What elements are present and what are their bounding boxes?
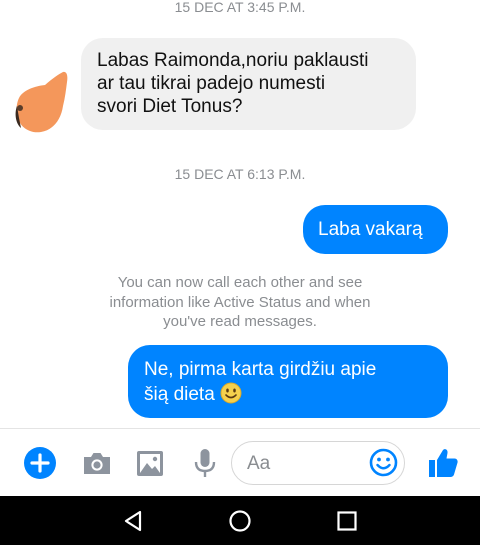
back-icon[interactable] (120, 508, 146, 534)
plus-icon[interactable] (23, 446, 57, 480)
message-line: Labas Raimonda,noriu paklausti (97, 50, 369, 71)
incoming-message[interactable]: Labas Raimonda,noriu paklausti ar tau ti… (81, 38, 416, 130)
timestamp: 15 DEC AT 6:13 P.M. (174, 166, 306, 182)
notice-line: you've read messages. (163, 313, 317, 330)
microphone-icon[interactable] (188, 446, 222, 480)
message-line: ar tau tikrai padejo numesti (97, 73, 326, 94)
android-navigation-bar (0, 496, 480, 545)
camera-icon[interactable] (80, 446, 114, 480)
input-placeholder: Aa (247, 453, 271, 474)
outgoing-message[interactable]: Laba vakarą (303, 205, 448, 254)
notice-line: You can now call each other and see (117, 274, 363, 291)
smiling-face-emoji-icon (220, 382, 242, 404)
message-text: Laba vakarą (318, 219, 423, 240)
message-composer: Aa (0, 428, 480, 496)
emoji-icon[interactable] (368, 447, 399, 478)
message-line: svori Diet Tonus? (97, 96, 243, 117)
message-thread[interactable]: 15 DEC AT 3:45 P.M. Labas Raimonda,noriu… (0, 0, 480, 428)
message-line: Ne, pirma karta girdžiu apie (144, 359, 377, 380)
home-icon[interactable] (227, 508, 253, 534)
notice-line: information like Active Status and when (109, 293, 371, 311)
message-line: šią dieta (144, 384, 215, 405)
message-input[interactable]: Aa (231, 441, 405, 485)
thumbs-up-icon[interactable] (426, 446, 460, 480)
timestamp: 15 DEC AT 3:45 P.M. (174, 0, 306, 15)
recent-apps-icon[interactable] (334, 508, 360, 534)
image-icon[interactable] (133, 446, 167, 480)
avatar[interactable] (13, 68, 71, 140)
outgoing-message[interactable]: Ne, pirma karta girdžiu apie šią dieta (128, 345, 448, 418)
call-notice: You can now call each other and see info… (90, 273, 390, 332)
